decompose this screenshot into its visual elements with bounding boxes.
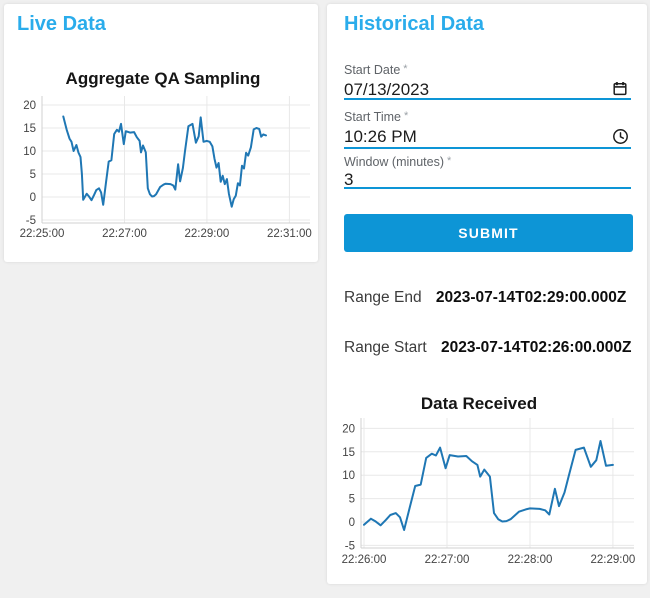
x-tick-label: 22:26:00 bbox=[342, 554, 387, 566]
chart-title: Aggregate QA Sampling bbox=[66, 69, 261, 88]
dashboard: Live Data -5 0 5 10 15 20 22:25:00 22:27:00 22:2… bbox=[0, 0, 650, 598]
start-date-input[interactable]: 07/13/2023 bbox=[344, 80, 604, 100]
y-tick-label: 0 bbox=[349, 517, 355, 529]
range-end-label: Range End bbox=[344, 289, 422, 306]
x-tick-label: 22:28:00 bbox=[508, 554, 553, 566]
y-tick-label: 5 bbox=[349, 494, 355, 506]
y-tick-label: 20 bbox=[342, 423, 355, 435]
range-end-row: Range End 2023-07-14T02:29:00.000Z bbox=[344, 289, 626, 307]
range-start-value: 2023-07-14T02:26:00.000Z bbox=[441, 339, 632, 356]
y-tick-label: -5 bbox=[345, 540, 355, 552]
range-start-row: Range Start 2023-07-14T02:26:00.000Z bbox=[344, 339, 631, 357]
x-tick-label: 22:27:00 bbox=[425, 554, 470, 566]
y-tick-label: 0 bbox=[30, 192, 36, 204]
historical-chart[interactable]: -5 0 5 10 15 20 22:26:00 22:27:00 22:28:00 22:29:… bbox=[327, 382, 647, 582]
live-data-panel: Live Data -5 0 5 10 15 20 22:25:00 22:27:00 22:2… bbox=[4, 4, 318, 262]
data-series-line bbox=[363, 440, 614, 531]
clock-icon[interactable] bbox=[611, 128, 629, 146]
historical-data-panel: Historical Data Start Date * 07/13/2023 S… bbox=[327, 4, 647, 584]
start-time-label: Start Time * bbox=[344, 110, 409, 124]
x-tick-label: 22:29:00 bbox=[185, 228, 230, 240]
x-tick-label: 22:29:00 bbox=[591, 554, 636, 566]
chart-title: Data Received bbox=[421, 394, 537, 413]
start-time-input[interactable]: 10:26 PM bbox=[344, 127, 604, 147]
required-asterisk: * bbox=[403, 110, 409, 122]
y-tick-label: -5 bbox=[26, 215, 36, 227]
x-tick-label: 22:27:00 bbox=[102, 228, 147, 240]
y-tick-label: 15 bbox=[23, 123, 36, 135]
y-tick-label: 10 bbox=[23, 146, 36, 158]
required-asterisk: * bbox=[447, 155, 452, 167]
x-tick-label: 22:25:00 bbox=[20, 228, 65, 240]
live-data-panel-title: Live Data bbox=[17, 13, 106, 35]
y-tick-label: 10 bbox=[342, 470, 355, 482]
submit-button[interactable]: SUBMIT bbox=[344, 214, 633, 252]
required-asterisk: * bbox=[403, 63, 408, 75]
live-chart[interactable]: -5 0 5 10 15 20 22:25:00 22:27:00 22:29:00 22:31:… bbox=[4, 60, 318, 256]
historical-data-panel-title: Historical Data bbox=[344, 13, 485, 35]
data-series-line bbox=[62, 115, 267, 208]
start-date-label: Start Date * bbox=[344, 63, 408, 77]
y-tick-label: 5 bbox=[30, 169, 36, 181]
start-date-underline bbox=[344, 98, 631, 100]
range-start-label: Range Start bbox=[344, 339, 427, 356]
range-end-value: 2023-07-14T02:29:00.000Z bbox=[435, 289, 627, 306]
start-time-underline bbox=[344, 147, 631, 149]
y-tick-label: 15 bbox=[342, 447, 355, 459]
y-tick-label: 20 bbox=[23, 100, 36, 112]
calendar-icon[interactable] bbox=[611, 81, 629, 99]
x-tick-label: 22:31:00 bbox=[267, 228, 312, 240]
window-minutes-underline bbox=[344, 187, 631, 189]
window-minutes-label: Window (minutes) * bbox=[344, 155, 452, 169]
